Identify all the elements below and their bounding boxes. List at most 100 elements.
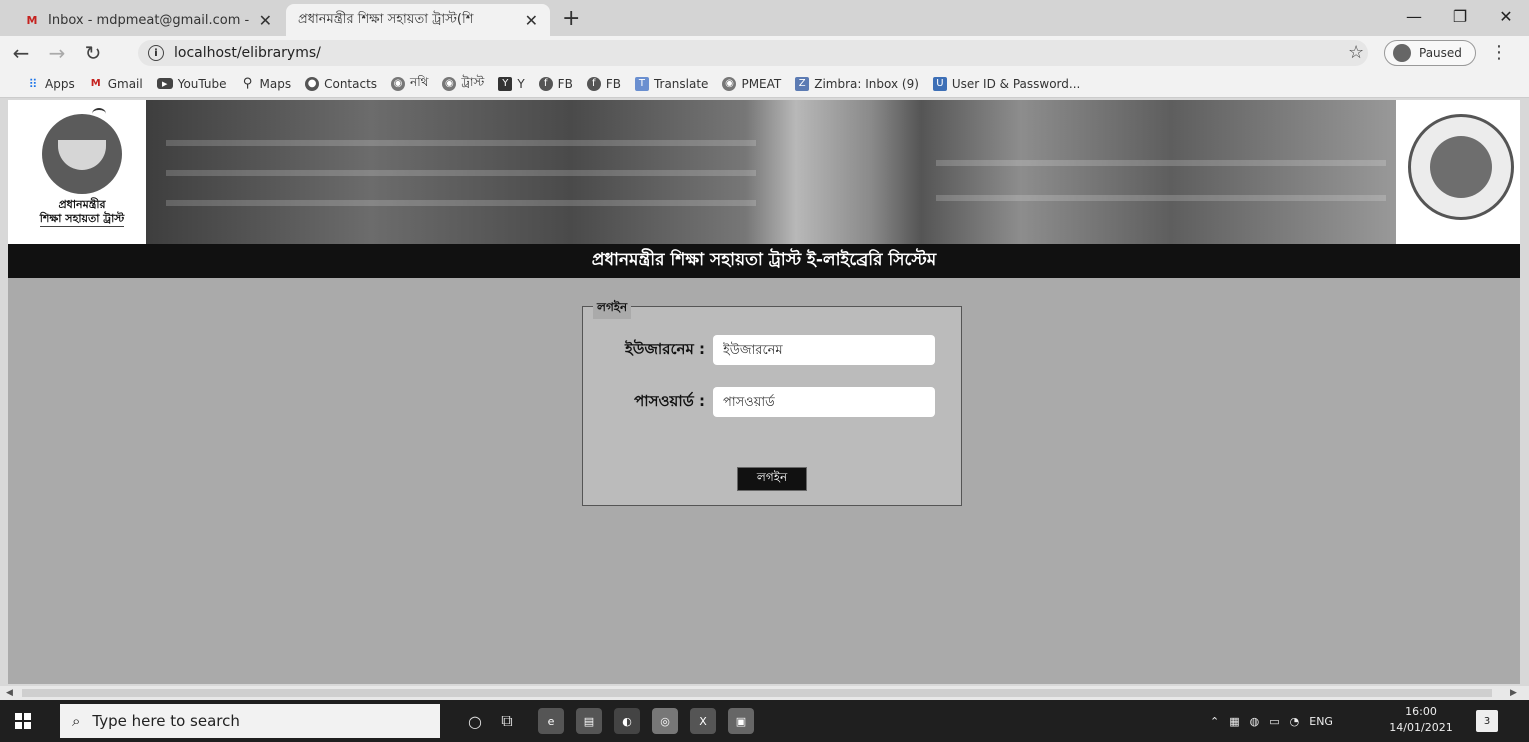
bookmark-nothi[interactable]: ◉ নথি <box>391 74 428 94</box>
scroll-left-icon[interactable]: ◀ <box>6 686 13 700</box>
excel-icon[interactable]: X <box>690 708 716 734</box>
reload-icon[interactable]: ↻ <box>78 41 108 65</box>
bookmark-user-id[interactable]: U User ID & Password... <box>932 76 1081 91</box>
seal-emblem-icon <box>1430 136 1492 198</box>
bookmark-label: Translate <box>653 76 709 91</box>
tab-gmail-inbox[interactable]: M Inbox - mdpmeat@gmail.com - ✕ <box>12 4 284 36</box>
translate-icon: T <box>634 76 649 91</box>
task-view-icon[interactable]: ⧉ <box>494 708 520 734</box>
system-tray: ⌃ ▦ ◍ ▭ ◔ ENG <box>1210 700 1343 742</box>
close-icon[interactable]: ✕ <box>525 11 538 30</box>
username-input[interactable] <box>713 335 935 365</box>
bookmark-trust[interactable]: ◉ ট্রাস্ট <box>442 74 484 94</box>
maps-icon: ⚲ <box>242 76 253 91</box>
bookmark-label: Zimbra: Inbox (9) <box>814 76 919 91</box>
star-icon[interactable]: ☆ <box>1348 42 1364 63</box>
username-label: ইউজারনেম : <box>624 339 705 358</box>
user-icon: U <box>932 76 947 91</box>
tab-title: প্রধানমন্ত্রীর শিক্ষা সহায়তা ট্রাস্ট(শি <box>298 11 474 27</box>
browser-toolbar: ← → ↻ i localhost/elibraryms/ ☆ Paused ⋮ <box>0 36 1529 70</box>
bookmark-zimbra[interactable]: Z Zimbra: Inbox (9) <box>795 76 919 91</box>
bookmark-label: Y <box>517 76 525 91</box>
notification-icon[interactable]: 3 <box>1476 710 1498 732</box>
chrome-icon[interactable]: ◎ <box>652 708 678 734</box>
login-button[interactable]: লগইন <box>737 467 807 491</box>
close-window-icon[interactable]: ✕ <box>1483 0 1529 32</box>
url-text: localhost/elibraryms/ <box>174 45 321 61</box>
windows-taskbar: ⌕ Type here to search ○ ⧉ e ▤ ◐ ◎ X ▣ ⌃ … <box>0 700 1529 742</box>
y-icon: Y <box>498 76 513 91</box>
taskbar-search[interactable]: ⌕ Type here to search <box>60 704 440 738</box>
bookmark-label: ট্রাস্ট <box>461 74 485 89</box>
bookmark-label: Gmail <box>107 76 143 91</box>
bookmark-contacts[interactable]: ● Contacts <box>305 76 378 91</box>
clock-time: 16:00 <box>1405 705 1437 718</box>
gmail-icon: M <box>90 78 101 89</box>
bookmark-fb-1[interactable]: f FB <box>538 76 573 91</box>
language-indicator[interactable]: ENG <box>1309 715 1333 728</box>
bookmark-maps[interactable]: ⚲ Maps <box>241 76 291 91</box>
password-label: পাসওয়ার্ড : <box>634 391 705 410</box>
more-menu-icon[interactable]: ⋮ <box>1490 42 1508 63</box>
facebook-icon: f <box>586 76 601 91</box>
window-controls: — ❐ ✕ <box>1391 0 1529 32</box>
book-hand-icon <box>42 108 122 194</box>
close-icon[interactable]: ✕ <box>259 11 272 30</box>
new-tab-button[interactable]: + <box>562 6 580 31</box>
login-form: লগইন ইউজারনেম : পাসওয়ার্ড : লগইন <box>582 299 962 506</box>
scroll-right-icon[interactable]: ▶ <box>1510 686 1517 700</box>
password-row: পাসওয়ার্ড : <box>595 387 935 417</box>
scrollbar-thumb[interactable] <box>22 689 1492 697</box>
bookmark-y[interactable]: YY <box>498 76 525 91</box>
address-bar[interactable]: i localhost/elibraryms/ <box>138 40 1368 66</box>
page-viewport: প্রধানমন্ত্রীর শিক্ষা সহায়তা ট্রাস্ট প্… <box>8 100 1520 684</box>
cortana-icon[interactable]: ○ <box>462 708 488 734</box>
bookmark-label: User ID & Password... <box>951 76 1081 91</box>
file-explorer-icon[interactable]: ▤ <box>576 708 602 734</box>
bookmark-label: নথি <box>410 74 429 89</box>
network-icon[interactable]: ▭ <box>1269 715 1279 728</box>
bookmark-gmail[interactable]: M Gmail <box>89 77 143 91</box>
forward-arrow-icon[interactable]: → <box>42 41 72 65</box>
clock-date: 14/01/2021 <box>1389 721 1453 734</box>
volume-icon[interactable]: ◔ <box>1290 715 1300 728</box>
bookmark-pmeat[interactable]: ◉ PMEAT <box>722 76 782 91</box>
minimize-icon[interactable]: — <box>1391 0 1437 32</box>
browser-tab-strip: M Inbox - mdpmeat@gmail.com - ✕ ▭ প্রধান… <box>0 0 1529 36</box>
tray-app-icon[interactable]: ▦ <box>1229 715 1239 728</box>
horizontal-scrollbar[interactable]: ◀ ▶ <box>0 686 1529 700</box>
avatar <box>1393 44 1411 62</box>
taskbar-clock[interactable]: 16:00 14/01/2021 <box>1386 704 1456 736</box>
bookmark-label: FB <box>605 76 621 91</box>
bookmark-apps[interactable]: ⠿ Apps <box>26 77 75 91</box>
app-window-icon[interactable]: ▣ <box>728 708 754 734</box>
trust-logo-text: প্রধানমন্ত্রীর শিক্ষা সহায়তা ট্রাস্ট <box>39 198 125 227</box>
logo-text-line2: শিক্ষা সহায়তা ট্রাস্ট <box>39 212 125 225</box>
facebook-icon: f <box>538 76 553 91</box>
trust-logo: প্রধানমন্ত্রীর শিক্ষা সহায়তা ট্রাস্ট <box>20 106 144 230</box>
apps-grid-icon: ⠿ <box>28 76 38 91</box>
back-arrow-icon[interactable]: ← <box>6 41 36 65</box>
info-icon[interactable]: i <box>148 45 164 61</box>
circle-icon: ◉ <box>442 76 457 91</box>
tab-elibrary[interactable]: ▭ প্রধানমন্ত্রীর শিক্ষা সহায়তা ট্রাস্ট(… <box>286 4 550 36</box>
bookmark-youtube[interactable]: ▶ YouTube <box>156 77 227 91</box>
bookmark-fb-2[interactable]: f FB <box>586 76 621 91</box>
start-button[interactable] <box>0 700 46 742</box>
profile-button[interactable]: Paused <box>1384 40 1476 66</box>
site-title-bar: প্রধানমন্ত্রীর শিক্ষা সহায়তা ট্রাস্ট ই-… <box>8 244 1520 278</box>
bookmark-translate[interactable]: T Translate <box>634 76 709 91</box>
search-placeholder: Type here to search <box>92 712 240 730</box>
bookmark-label: Contacts <box>324 76 378 91</box>
login-legend: লগইন <box>593 299 632 319</box>
chevron-up-icon[interactable]: ⌃ <box>1210 715 1219 728</box>
restore-icon[interactable]: ❐ <box>1437 0 1483 32</box>
password-input[interactable] <box>713 387 935 417</box>
bookmark-label: PMEAT <box>741 76 782 91</box>
windows-logo-icon <box>15 713 31 729</box>
gmail-icon: M <box>26 13 38 27</box>
firefox-icon[interactable]: ◐ <box>614 708 640 734</box>
edge-icon[interactable]: e <box>538 708 564 734</box>
tray-app-icon[interactable]: ◍ <box>1250 715 1260 728</box>
youtube-icon: ▶ <box>156 78 173 89</box>
